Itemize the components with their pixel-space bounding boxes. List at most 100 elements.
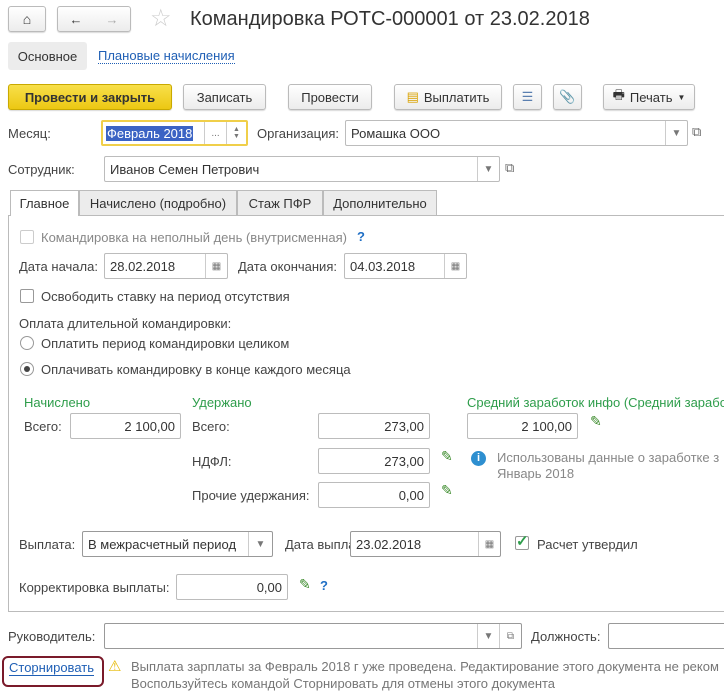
pay-icon: ▤ [406, 89, 419, 104]
payout-label: Выплата: [19, 537, 76, 552]
long-trip-label: Оплата длительной командировки: [19, 316, 232, 331]
attach-button[interactable]: 📎 [553, 84, 582, 110]
chevron-down-icon[interactable]: ▼ [665, 121, 687, 145]
employee-value: Иванов Семен Петрович [110, 161, 260, 177]
start-date-value: 28.02.2018 [110, 258, 176, 274]
home-button[interactable]: ⌂ [8, 6, 46, 32]
partial-day-label: Командировка на неполный день (внутрисме… [41, 230, 347, 245]
accrued-total-input[interactable]: 2 100,00 [70, 413, 181, 439]
withheld-total-input[interactable]: 273,00 [318, 413, 430, 439]
nav-buttons[interactable]: ← → [57, 6, 131, 32]
free-rate-label: Освободить ставку на период отсутствия [41, 289, 290, 304]
back-arrow-icon[interactable]: ← [70, 12, 83, 27]
warning-icon: ⚠ [108, 658, 122, 675]
partial-day-checkbox[interactable] [20, 230, 34, 244]
pay-date-input[interactable]: 23.02.2018 ▦ [350, 531, 501, 557]
employee-input[interactable]: Иванов Семен Петрович ▼ [104, 156, 500, 182]
month-label: Месяц: [8, 126, 51, 141]
withheld-total-label: Всего: [192, 419, 230, 434]
end-date-input[interactable]: 04.03.2018 ▦ [344, 253, 467, 279]
pencil-icon[interactable]: ✎ [441, 448, 453, 465]
calendar-icon[interactable]: ▦ [205, 254, 227, 278]
open-icon[interactable]: ⧉ [499, 624, 521, 648]
pencil-icon[interactable]: ✎ [590, 413, 602, 430]
month-spinner[interactable]: ▲ ▼ [226, 122, 246, 144]
info-text-line1: Использованы данные о заработке з [497, 450, 720, 465]
calendar-icon[interactable]: ▦ [444, 254, 466, 278]
warning-line1: Выплата зарплаты за Февраль 2018 г уже п… [131, 659, 719, 674]
printer-icon: 🖶 [612, 87, 625, 102]
pencil-icon[interactable]: ✎ [299, 576, 311, 593]
storno-link[interactable]: Сторнировать [9, 661, 94, 676]
avg-earnings-input[interactable]: 2 100,00 [467, 413, 578, 439]
other-withholdings-label: Прочие удержания: [192, 488, 310, 503]
list-icon: ☰ [521, 89, 534, 104]
tab-pfr[interactable]: Стаж ПФР [237, 190, 323, 216]
open-icon[interactable]: ⧉ [692, 124, 701, 140]
pay-button[interactable]: ▤ Выплатить [394, 84, 502, 110]
print-label: Печать [629, 89, 673, 105]
avg-earnings-heading: Средний заработок инфо (Средний заработ [467, 395, 724, 410]
star-icon[interactable]: ☆ [150, 4, 172, 33]
chevron-down-icon: ▼ [677, 92, 686, 102]
approved-checkbox[interactable]: ✓ [515, 533, 529, 550]
end-date-label: Дата окончания: [238, 259, 337, 274]
correction-input[interactable]: 0,00 [176, 574, 288, 600]
section-main[interactable]: Основное [8, 42, 87, 70]
tab-main[interactable]: Главное [10, 190, 79, 216]
info-icon: i [471, 451, 486, 466]
pay-label: Выплатить [423, 89, 490, 105]
org-value: Ромашка ООО [351, 125, 441, 141]
chevron-down-icon[interactable]: ▼ [477, 157, 499, 181]
position-input[interactable] [608, 623, 724, 649]
ndfl-label: НДФЛ: [192, 454, 232, 469]
withheld-heading: Удержано [192, 395, 252, 410]
head-input[interactable]: ▼ ⧉ [104, 623, 522, 649]
help-icon[interactable]: ? [357, 229, 365, 244]
radio-pay-whole[interactable] [20, 336, 34, 350]
help-icon[interactable]: ? [320, 578, 328, 593]
start-date-input[interactable]: 28.02.2018 ▦ [104, 253, 228, 279]
radio-pay-monthly[interactable] [20, 362, 34, 376]
other-withholdings-input[interactable]: 0,00 [318, 482, 430, 508]
month-value: Февраль 2018 [106, 125, 194, 141]
forward-arrow-icon[interactable]: → [106, 12, 119, 27]
print-button[interactable]: 🖶 Печать ▼ [603, 84, 695, 110]
paperclip-icon: 📎 [559, 89, 576, 104]
pencil-icon[interactable]: ✎ [441, 482, 453, 499]
free-rate-checkbox[interactable] [20, 289, 34, 303]
radio-pay-whole-label: Оплатить период командировки целиком [41, 336, 290, 351]
month-select-button[interactable]: ... [204, 122, 226, 144]
calendar-icon[interactable]: ▦ [478, 532, 500, 556]
chevron-down-icon[interactable]: ▼ [248, 532, 272, 556]
position-label: Должность: [531, 629, 601, 644]
info-text-line2: Январь 2018 [497, 466, 575, 481]
radio-pay-monthly-label: Оплачивать командировку в конце каждого … [41, 362, 351, 377]
open-icon[interactable]: ⧉ [505, 160, 514, 176]
warning-line2: Воспользуйтесь командой Сторнировать для… [131, 676, 556, 691]
start-date-label: Дата начала: [19, 259, 98, 274]
correction-label: Корректировка выплаты: [19, 580, 170, 595]
head-label: Руководитель: [8, 629, 96, 644]
page-title: Командировка РОТС-000001 от 23.02.2018 [190, 8, 590, 30]
accrued-heading: Начислено [24, 395, 91, 410]
save-button[interactable]: Записать [183, 84, 266, 110]
end-date-value: 04.03.2018 [350, 258, 416, 274]
tab-additional[interactable]: Дополнительно [323, 190, 437, 216]
section-planned-link[interactable]: Плановые начисления [98, 48, 235, 64]
employee-label: Сотрудник: [8, 162, 75, 177]
approved-label: Расчет утвердил [537, 537, 638, 552]
check-icon: ✓ [516, 533, 529, 550]
list-button[interactable]: ☰ [513, 84, 542, 110]
payout-select[interactable]: В межрасчетный период ▼ [82, 531, 273, 557]
ndfl-input[interactable]: 273,00 [318, 448, 430, 474]
home-icon: ⌂ [22, 11, 32, 27]
chevron-down-icon[interactable]: ▼ [477, 624, 499, 648]
post-button[interactable]: Провести [288, 84, 372, 110]
payout-value: В межрасчетный период [88, 536, 237, 552]
post-and-close-button[interactable]: Провести и закрыть [8, 84, 172, 110]
tab-accrued-detail[interactable]: Начислено (подробно) [79, 190, 237, 216]
pay-date-value: 23.02.2018 [356, 536, 422, 552]
org-input[interactable]: Ромашка ООО ▼ [345, 120, 688, 146]
month-input[interactable]: Февраль 2018 ... ▲ ▼ [101, 120, 248, 146]
